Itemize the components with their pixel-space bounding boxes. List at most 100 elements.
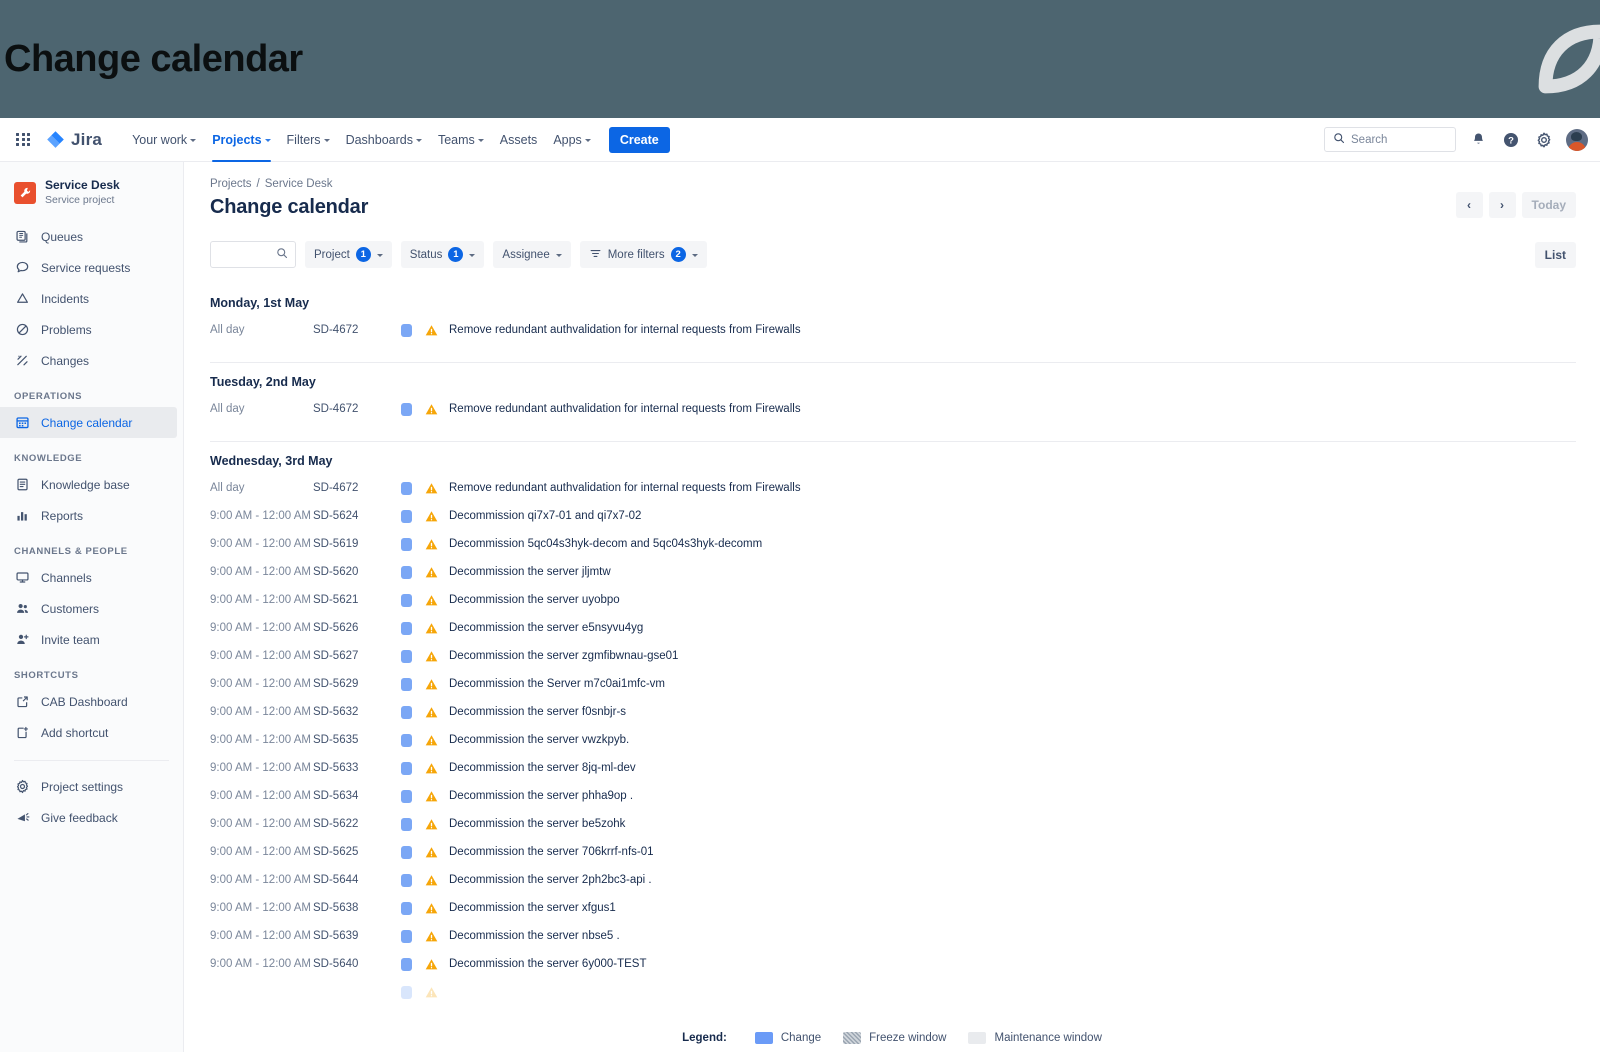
sidebar-item-reports[interactable]: Reports: [0, 500, 177, 531]
create-button[interactable]: Create: [608, 126, 670, 153]
nav-your-work[interactable]: Your work: [124, 118, 204, 162]
nav-projects[interactable]: Projects: [204, 118, 278, 162]
breadcrumb-projects[interactable]: Projects: [210, 178, 252, 190]
jira-logo-icon: [46, 130, 65, 149]
calendar-event-row[interactable]: 9:00 AM - 12:00 AM SD-5620 Decommission th…: [210, 558, 1576, 586]
calendar-search-input[interactable]: [218, 248, 276, 261]
help-icon[interactable]: ?: [1500, 129, 1522, 151]
calendar-event-row[interactable]: 9:00 AM - 12:00 AM SD-5639 Decommission th…: [210, 922, 1576, 950]
global-search[interactable]: [1324, 127, 1456, 152]
day-divider: [210, 441, 1576, 442]
event-issue-key[interactable]: SD-4672: [313, 482, 401, 494]
nav-filters[interactable]: Filters: [279, 118, 338, 162]
event-issue-key[interactable]: SD-5619: [313, 538, 401, 550]
calendar-search-field[interactable]: [210, 241, 296, 268]
event-issue-key[interactable]: SD-5626: [313, 622, 401, 634]
project-avatar-wrench-icon: [14, 181, 36, 204]
sidebar-item-customers[interactable]: Customers: [0, 593, 177, 624]
nav-teams[interactable]: Teams: [430, 118, 492, 162]
sidebar-item-problems[interactable]: Problems: [0, 314, 177, 345]
previous-period-button[interactable]: ‹: [1455, 192, 1483, 218]
filter-assignee[interactable]: Assignee: [493, 241, 571, 268]
sidebar-divider: [14, 760, 169, 761]
calendar-event-row[interactable]: All day SD-4672 Remove redundant authval…: [210, 395, 1576, 423]
sidebar-group-operations: OPERATIONS: [14, 391, 83, 402]
event-issue-key[interactable]: SD-5640: [313, 958, 401, 970]
avatar[interactable]: [1566, 128, 1588, 151]
nav-label: Assets: [499, 132, 538, 147]
event-issue-key[interactable]: SD-5632: [313, 706, 401, 718]
event-issue-key[interactable]: SD-5639: [313, 930, 401, 942]
calendar-event-row[interactable]: All day SD-4672 Remove redundant authval…: [210, 316, 1576, 344]
sidebar-item-changes[interactable]: Changes: [0, 345, 177, 376]
project-header[interactable]: Service Desk Service project: [0, 174, 183, 221]
sidebar-item-label: Give feedback: [41, 810, 118, 825]
calendar-event-row[interactable]: 9:00 AM - 12:00 AM SD-5632 Decommission th…: [210, 698, 1576, 726]
notifications-icon[interactable]: [1467, 129, 1489, 151]
event-issue-key[interactable]: SD-4672: [313, 403, 401, 415]
search-input[interactable]: [1351, 133, 1447, 146]
filter-more-filters[interactable]: More filters 2: [579, 241, 707, 268]
calendar-event-row-partial[interactable]: [210, 978, 1576, 1006]
settings-gear-icon[interactable]: [1533, 129, 1555, 151]
event-issue-key[interactable]: SD-5624: [313, 510, 401, 522]
event-issue-key[interactable]: SD-5620: [313, 566, 401, 578]
calendar-event-row[interactable]: 9:00 AM - 12:00 AM SD-5625 Decommission th…: [210, 838, 1576, 866]
sidebar-item-cab-dashboard[interactable]: CAB Dashboard: [0, 686, 177, 717]
sidebar-group-channels-people: CHANNELS & PEOPLE: [14, 546, 128, 557]
calendar-event-row[interactable]: 9:00 AM - 12:00 AM SD-5626 Decommission th…: [210, 614, 1576, 642]
view-mode-list-button[interactable]: List: [1534, 241, 1576, 268]
event-issue-key[interactable]: SD-5627: [313, 650, 401, 662]
sidebar-item-add-shortcut[interactable]: Add shortcut: [0, 717, 177, 748]
app-grid-icon[interactable]: [10, 127, 36, 153]
filter-status[interactable]: Status 1: [400, 241, 485, 268]
event-issue-key[interactable]: SD-5644: [313, 874, 401, 886]
jira-home-link[interactable]: Jira: [40, 130, 108, 150]
warning-triangle-icon: [424, 985, 439, 1000]
event-issue-key[interactable]: SD-4672: [313, 324, 401, 336]
next-period-button[interactable]: ›: [1488, 192, 1516, 218]
event-issue-key[interactable]: SD-5633: [313, 762, 401, 774]
calendar-event-row[interactable]: All day SD-4672 Remove redundant authvalid…: [210, 474, 1576, 502]
calendar-event-row[interactable]: 9:00 AM - 12:00 AM SD-5627 Decommission th…: [210, 642, 1576, 670]
nav-apps[interactable]: Apps: [545, 118, 599, 162]
nav-assets[interactable]: Assets: [492, 118, 546, 162]
calendar-event-row[interactable]: 9:00 AM - 12:00 AM SD-5624 Decommission qi…: [210, 502, 1576, 530]
sidebar-item-channels[interactable]: Channels: [0, 562, 177, 593]
today-button[interactable]: Today: [1521, 192, 1576, 218]
sidebar-item-incidents[interactable]: Incidents: [0, 283, 177, 314]
event-issue-key[interactable]: SD-5634: [313, 790, 401, 802]
calendar-event-row[interactable]: 9:00 AM - 12:00 AM SD-5634 Decommission th…: [210, 782, 1576, 810]
sidebar-item-service-requests[interactable]: Service requests: [0, 252, 177, 283]
event-issue-key[interactable]: SD-5621: [313, 594, 401, 606]
sidebar-item-project-settings[interactable]: Project settings: [0, 771, 177, 802]
sidebar-item-give-feedback[interactable]: Give feedback: [0, 802, 177, 833]
filter-project[interactable]: Project 1: [305, 241, 392, 268]
event-issue-key[interactable]: SD-5629: [313, 678, 401, 690]
calendar-event-row[interactable]: 9:00 AM - 12:00 AM SD-5644 Decommission th…: [210, 866, 1576, 894]
sidebar-item-invite-team[interactable]: Invite team: [0, 624, 177, 655]
legend-item-label: Freeze window: [869, 1031, 947, 1044]
calendar-event-row[interactable]: 9:00 AM - 12:00 AM SD-5633 Decommission th…: [210, 754, 1576, 782]
change-type-swatch-icon: [401, 817, 412, 831]
event-issue-key[interactable]: SD-5622: [313, 818, 401, 830]
calendar-event-row[interactable]: 9:00 AM - 12:00 AM SD-5629 Decommission th…: [210, 670, 1576, 698]
calendar-event-row[interactable]: 9:00 AM - 12:00 AM SD-5621 Decommission th…: [210, 586, 1576, 614]
change-type-swatch-icon: [401, 509, 412, 523]
calendar-event-row[interactable]: 9:00 AM - 12:00 AM SD-5635 Decommission th…: [210, 726, 1576, 754]
calendar-event-row[interactable]: 9:00 AM - 12:00 AM SD-5640 Decommission th…: [210, 950, 1576, 978]
sidebar-item-change-calendar[interactable]: Change calendar: [0, 407, 177, 438]
sidebar-item-queues[interactable]: Queues: [0, 221, 177, 252]
event-issue-key[interactable]: SD-5625: [313, 846, 401, 858]
event-issue-key[interactable]: SD-5638: [313, 902, 401, 914]
calendar-event-row[interactable]: 9:00 AM - 12:00 AM SD-5638 Decommission th…: [210, 894, 1576, 922]
warning-triangle-icon: [424, 649, 439, 664]
nav-dashboards[interactable]: Dashboards: [338, 118, 430, 162]
sidebar-item-knowledge-base[interactable]: Knowledge base: [0, 469, 177, 500]
chevron-down-icon: [555, 253, 562, 257]
breadcrumb-service-desk[interactable]: Service Desk: [265, 178, 333, 190]
chevron-down-icon: [477, 138, 484, 142]
calendar-event-row[interactable]: 9:00 AM - 12:00 AM SD-5622 Decommission th…: [210, 810, 1576, 838]
calendar-event-row[interactable]: 9:00 AM - 12:00 AM SD-5619 Decommission 5q…: [210, 530, 1576, 558]
event-issue-key[interactable]: SD-5635: [313, 734, 401, 746]
